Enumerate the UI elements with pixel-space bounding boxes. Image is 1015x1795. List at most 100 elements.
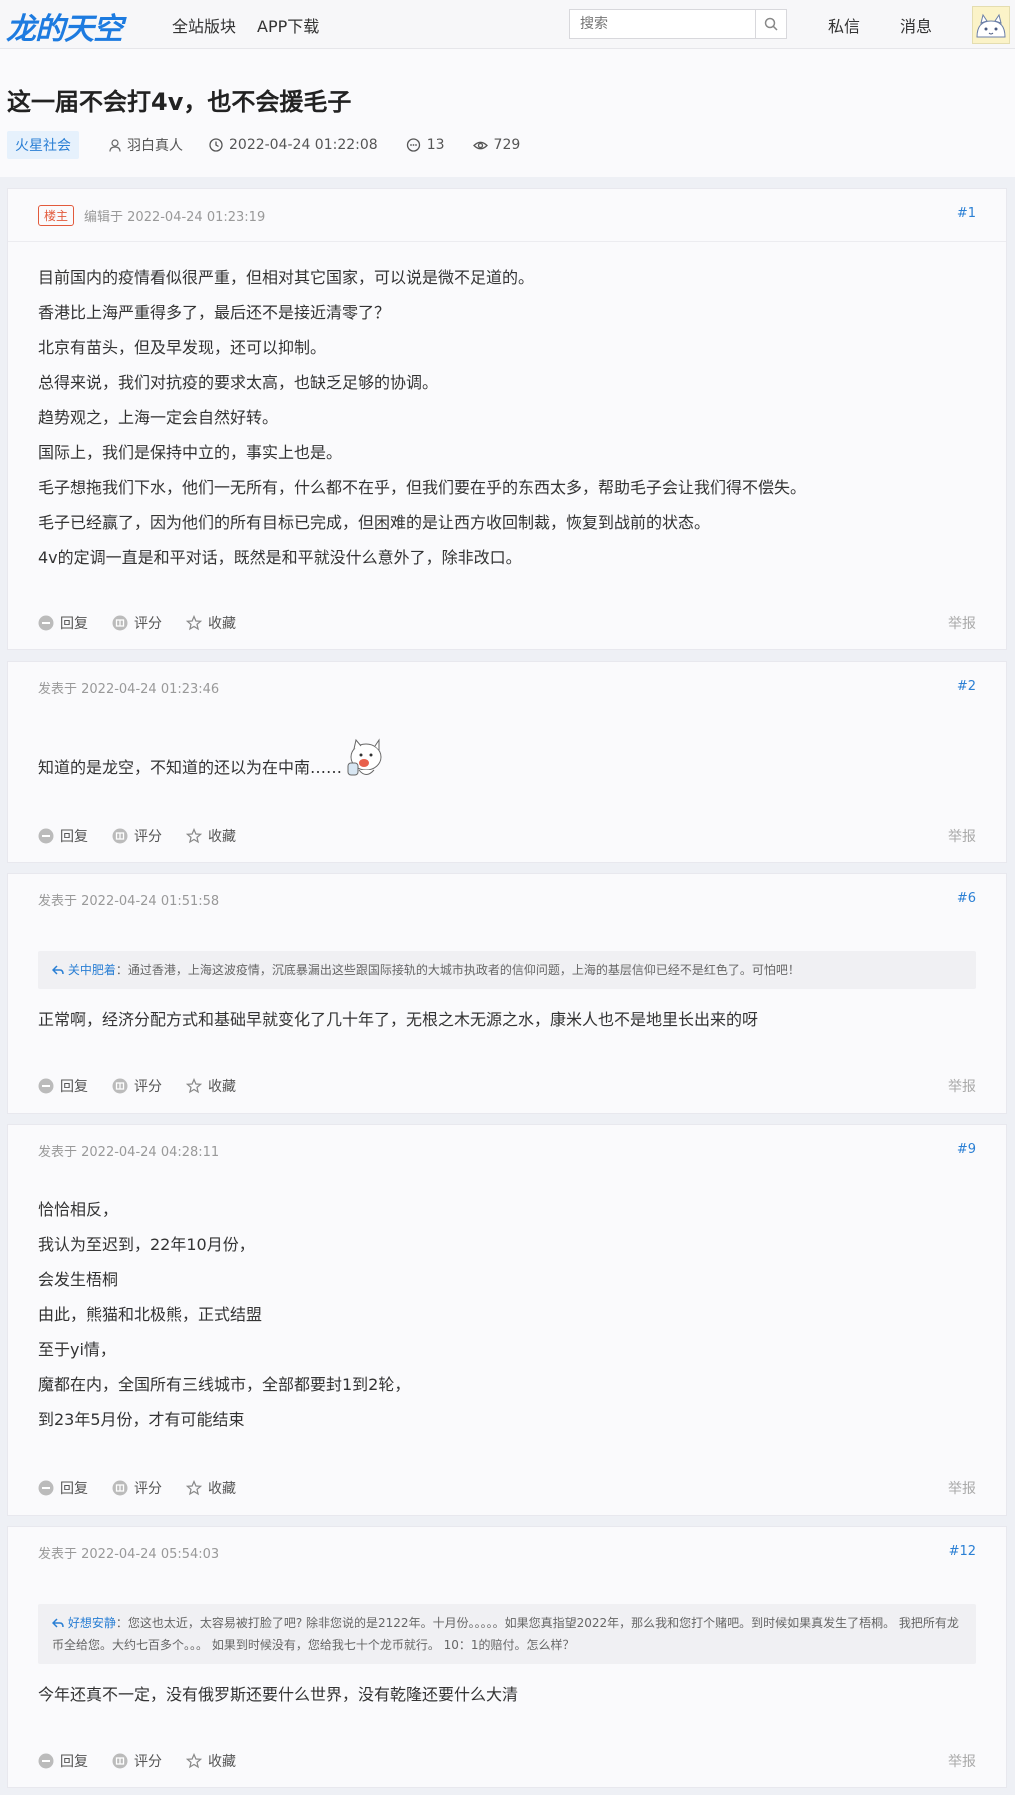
rate-button[interactable]: 评分 (112, 826, 162, 846)
post-actions: 回复 评分 收藏 (38, 1751, 236, 1771)
post-line: 知道的是龙空，不知道的还以为在中南…… (38, 758, 343, 777)
thread-title: 这一届不会打4v，也不会援毛子 (7, 88, 352, 116)
favorite-button[interactable]: 收藏 (186, 1076, 236, 1096)
rate-icon (112, 1753, 128, 1769)
author-name: 羽白真人 (127, 138, 183, 154)
post-card: 发表于 2022-04-24 01:51:58 #6 关中肥着：通过香港，上海这… (7, 873, 1007, 1114)
post-line: 到23年5月份，才有可能结束 (38, 1410, 245, 1429)
nav-app-download[interactable]: APP下载 (257, 13, 319, 37)
quote-text: ：通过香港，上海这波疫情，沉底暴漏出这些跟国际接轨的大城市执政者的信仰问题，上海… (115, 963, 800, 977)
rate-label: 评分 (134, 1079, 162, 1095)
post-time: 发表于 2022-04-24 01:51:58 (38, 894, 220, 909)
post-line: 毛子想拖我们下水，他们一无所有，什么都不在乎，但我们要在乎的东西太多，帮助毛子会… (38, 478, 807, 497)
nav-all-forums[interactable]: 全站版块 (172, 13, 236, 37)
report-link[interactable]: 举报 (948, 826, 976, 846)
thread-datetime: 2022-04-24 01:22:08 (229, 137, 378, 153)
op-badge: 楼主 (38, 205, 75, 226)
rate-label: 评分 (134, 1754, 162, 1770)
favorite-button[interactable]: 收藏 (186, 1751, 236, 1771)
rate-button[interactable]: 评分 (112, 1751, 162, 1771)
rate-button[interactable]: 评分 (112, 1076, 162, 1096)
post-line: 正常啊，经济分配方式和基础早就变化了几十年了，无根之木无源之水，康米人也不是地里… (38, 1010, 759, 1029)
rate-label: 评分 (134, 1481, 162, 1497)
rate-icon (112, 828, 128, 844)
reply-arrow-icon (51, 1618, 64, 1628)
reply-icon (38, 615, 54, 631)
quote-author[interactable]: 好想安静 (68, 1616, 116, 1630)
rate-icon (112, 615, 128, 631)
floor-number[interactable]: #9 (957, 1142, 976, 1157)
favorite-label: 收藏 (208, 1079, 236, 1095)
emoji-sticker-icon (347, 738, 382, 776)
post-line: 北京有苗头，但及早发现，还可以抑制。 (38, 338, 327, 357)
post-line: 4v的定调一直是和平对话，既然是和平就没什么意外了，除非改口。 (38, 548, 522, 567)
floor-number[interactable]: #12 (949, 1544, 976, 1559)
star-icon (186, 615, 202, 631)
post-line: 香港比上海严重得多了，最后还不是接近清零了？ (38, 303, 391, 322)
post-line: 今年还真不一定，没有俄罗斯还要什么世界，没有乾隆还要什么大清 (38, 1685, 519, 1704)
reply-button[interactable]: 回复 (38, 1478, 88, 1498)
report-link[interactable]: 举报 (948, 1751, 976, 1771)
favorite-label: 收藏 (208, 829, 236, 845)
post-line: 我认为至迟到，22年10月份， (38, 1235, 255, 1254)
reply-button[interactable]: 回复 (38, 826, 88, 846)
favorite-label: 收藏 (208, 616, 236, 632)
quote-block: 关中肥着：通过香港，上海这波疫情，沉底暴漏出这些跟国际接轨的大城市执政者的信仰问… (38, 951, 976, 989)
post-line: 至于yi情， (38, 1340, 116, 1359)
reply-icon (38, 828, 54, 844)
search-input[interactable] (570, 10, 756, 38)
post-line: 国际上，我们是保持中立的，事实上也是。 (38, 443, 343, 462)
user-avatar[interactable] (972, 6, 1010, 44)
eye-icon (472, 141, 488, 149)
reply-label: 回复 (60, 1079, 88, 1095)
notifications-link[interactable]: 消息 (900, 13, 932, 37)
search-icon (764, 17, 778, 31)
report-link[interactable]: 举报 (948, 1076, 976, 1096)
floor-number[interactable]: #2 (957, 679, 976, 694)
reply-button[interactable]: 回复 (38, 1076, 88, 1096)
reply-icon (38, 1480, 54, 1496)
star-icon (186, 1480, 202, 1496)
rate-button[interactable]: 评分 (112, 1478, 162, 1498)
rate-label: 评分 (134, 616, 162, 632)
reply-arrow-icon (51, 965, 64, 975)
rate-button[interactable]: 评分 (112, 613, 162, 633)
star-icon (186, 1078, 202, 1094)
top-navbar: 龙的天空 全站版块 APP下载 私信 消息 (0, 0, 1015, 49)
post-content: 恰恰相反， 我认为至迟到，22年10月份， 会发生梧桐 由此，熊猫和北极熊，正式… (38, 1192, 410, 1437)
floor-number[interactable]: #1 (957, 206, 976, 221)
post-actions: 回复 评分 收藏 (38, 1478, 236, 1498)
post-line: 趋势观之，上海一定会自然好转。 (38, 408, 279, 427)
report-link[interactable]: 举报 (948, 613, 976, 633)
avatar-cat-icon (976, 13, 1006, 38)
thread-time: 2022-04-24 01:22:08 (209, 137, 378, 153)
reply-button[interactable]: 回复 (38, 613, 88, 633)
post-meta: 发表于 2022-04-24 04:28:11 (38, 1141, 219, 1160)
post-time: 发表于 2022-04-24 04:28:11 (38, 1145, 220, 1160)
rate-icon (112, 1480, 128, 1496)
post-meta: 发表于 2022-04-24 05:54:03 (38, 1543, 219, 1562)
post-line: 毛子已经赢了，因为他们的所有目标已完成，但困难的是让西方收回制裁，恢复到战前的状… (38, 513, 711, 532)
private-messages-link[interactable]: 私信 (828, 13, 860, 37)
post-card: 发表于 2022-04-24 01:23:46 #2 知道的是龙空，不知道的还以… (7, 661, 1007, 863)
favorite-button[interactable]: 收藏 (186, 613, 236, 633)
site-logo[interactable]: 龙的天空 (6, 4, 123, 48)
divider (8, 241, 1006, 242)
user-icon (109, 138, 121, 152)
favorite-label: 收藏 (208, 1754, 236, 1770)
post-line: 恰恰相反， (38, 1200, 119, 1219)
search-button[interactable] (755, 10, 786, 38)
reply-button[interactable]: 回复 (38, 1751, 88, 1771)
reply-icon (38, 1078, 54, 1094)
quote-author[interactable]: 关中肥着 (68, 963, 116, 977)
floor-number[interactable]: #6 (957, 891, 976, 906)
post-card: 发表于 2022-04-24 05:54:03 #12 好想安静：您这也太近，太… (7, 1526, 1007, 1788)
thread-author[interactable]: 羽白真人 (109, 135, 183, 155)
post-content: 今年还真不一定，没有俄罗斯还要什么世界，没有乾隆还要什么大清 (38, 1677, 518, 1712)
favorite-button[interactable]: 收藏 (186, 826, 236, 846)
star-icon (186, 828, 202, 844)
forum-tag[interactable]: 火星社会 (7, 131, 79, 159)
report-link[interactable]: 举报 (948, 1478, 976, 1498)
rate-icon (112, 1078, 128, 1094)
favorite-button[interactable]: 收藏 (186, 1478, 236, 1498)
